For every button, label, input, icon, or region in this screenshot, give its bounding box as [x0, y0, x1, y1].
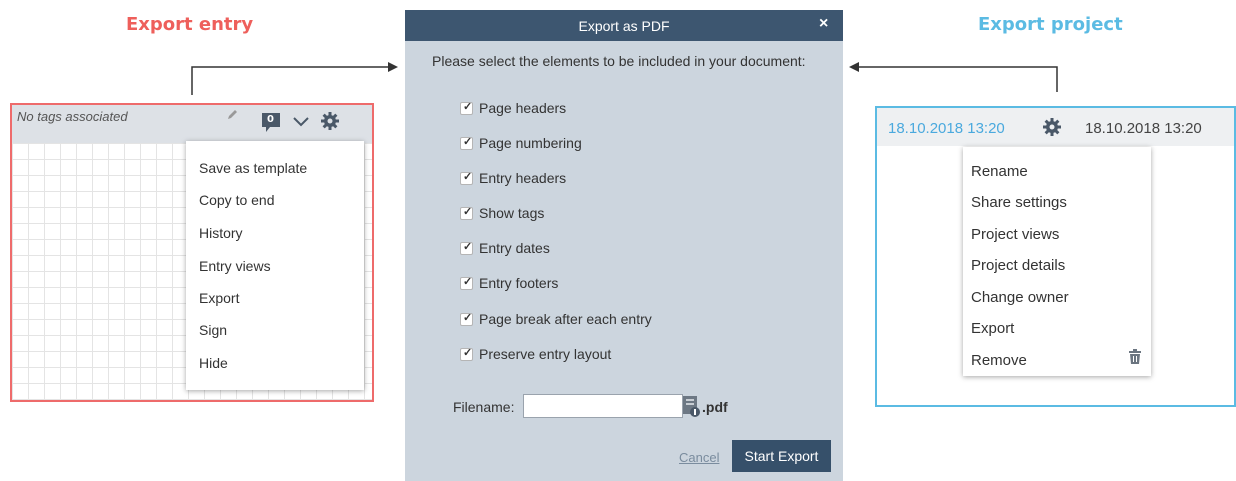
option-label: Preserve entry layout [479, 346, 612, 362]
menu-item-history[interactable]: History [199, 225, 243, 241]
dialog-intro-text: Please select the elements to be include… [432, 53, 806, 69]
checkbox[interactable]: ✓ [460, 275, 473, 290]
menu-item-rename[interactable]: Rename [971, 163, 1028, 180]
checkbox[interactable]: ✓ [460, 311, 473, 326]
menu-item-hide[interactable]: Hide [199, 355, 228, 371]
option-page-break[interactable]: ✓ Page break after each entry [460, 310, 652, 328]
option-label: Entry footers [479, 275, 559, 291]
left-arrowhead [388, 62, 398, 72]
option-show-tags[interactable]: ✓ Show tags [460, 204, 544, 222]
project-date-left[interactable]: 18.10.2018 13:20 [888, 120, 1005, 137]
comment-count: 0 [267, 114, 274, 125]
checkmark-icon: ✓ [463, 205, 473, 218]
menu-item-export[interactable]: Export [971, 320, 1014, 337]
cancel-button[interactable]: Cancel [679, 450, 719, 465]
start-export-button[interactable]: Start Export [732, 440, 831, 472]
option-label: Page headers [479, 100, 567, 116]
gear-icon[interactable] [1042, 117, 1062, 137]
checkbox[interactable]: ✓ [460, 240, 473, 255]
option-label: Entry headers [479, 170, 567, 186]
option-label: Page numbering [479, 135, 582, 151]
menu-item-entry-views[interactable]: Entry views [199, 258, 271, 274]
checkmark-icon: ✓ [463, 170, 473, 183]
filename-input[interactable] [523, 394, 683, 418]
checkbox[interactable]: ✓ [460, 205, 473, 220]
option-entry-dates[interactable]: ✓ Entry dates [460, 239, 550, 257]
checkbox[interactable]: ✓ [460, 170, 473, 185]
menu-item-sign[interactable]: Sign [199, 322, 227, 338]
project-toolbar: 18.10.2018 13:20 18.10.2018 13:20 [877, 108, 1234, 146]
option-page-numbering[interactable]: ✓ Page numbering [460, 134, 582, 152]
comment-icon[interactable]: 0 [260, 111, 282, 135]
menu-item-project-views[interactable]: Project views [971, 226, 1059, 243]
checkmark-icon: ✓ [463, 240, 473, 253]
right-arrow [858, 66, 1058, 92]
gear-icon[interactable] [320, 111, 340, 131]
menu-item-share-settings[interactable]: Share settings [971, 194, 1067, 211]
menu-item-save-as-template[interactable]: Save as template [199, 160, 307, 176]
checkbox[interactable]: ✓ [460, 346, 473, 361]
entry-toolbar: No tags associated 0 [12, 105, 372, 143]
checkmark-icon: ✓ [463, 135, 473, 148]
chevron-down-icon[interactable] [292, 114, 310, 130]
menu-item-export[interactable]: Export [199, 290, 239, 306]
dialog-titlebar: Export as PDF × [405, 10, 843, 41]
checkmark-icon: ✓ [463, 275, 473, 288]
project-date-right: 18.10.2018 13:20 [1085, 120, 1202, 137]
option-label: Page break after each entry [479, 311, 652, 327]
export-project-heading: Export project [978, 14, 1123, 35]
option-label: Entry dates [479, 240, 550, 256]
menu-item-copy-to-end[interactable]: Copy to end [199, 192, 275, 208]
trash-icon[interactable] [1128, 349, 1142, 365]
pencil-icon[interactable] [226, 107, 240, 121]
checkbox[interactable]: ✓ [460, 135, 473, 150]
option-entry-footers[interactable]: ✓ Entry footers [460, 274, 558, 292]
menu-item-change-owner[interactable]: Change owner [971, 289, 1069, 306]
checkmark-icon: ✓ [463, 311, 473, 324]
option-entry-headers[interactable]: ✓ Entry headers [460, 169, 566, 187]
close-icon[interactable]: × [819, 15, 828, 33]
left-arrow [191, 66, 390, 95]
right-arrowhead [849, 62, 859, 72]
checkmark-icon: ✓ [463, 346, 473, 359]
option-label: Show tags [479, 205, 545, 221]
entry-context-menu: Save as template Copy to end History Ent… [186, 141, 364, 390]
checkbox[interactable]: ✓ [460, 100, 473, 115]
file-extension: .pdf [702, 399, 728, 415]
entry-tags-text[interactable]: No tags associated [17, 109, 128, 124]
option-page-headers[interactable]: ✓ Page headers [460, 99, 566, 117]
dialog-title: Export as PDF [578, 18, 670, 34]
project-context-menu: Rename Share settings Project views Proj… [963, 147, 1151, 376]
export-pdf-dialog: Export as PDF × Please select the elemen… [405, 10, 843, 481]
export-entry-heading: Export entry [126, 14, 254, 35]
checkmark-icon: ✓ [463, 100, 473, 113]
filename-label: Filename: [453, 399, 515, 415]
option-preserve-layout[interactable]: ✓ Preserve entry layout [460, 345, 611, 363]
file-picker-icon[interactable] [681, 394, 701, 418]
menu-item-remove[interactable]: Remove [971, 352, 1027, 369]
menu-item-project-details[interactable]: Project details [971, 257, 1065, 274]
